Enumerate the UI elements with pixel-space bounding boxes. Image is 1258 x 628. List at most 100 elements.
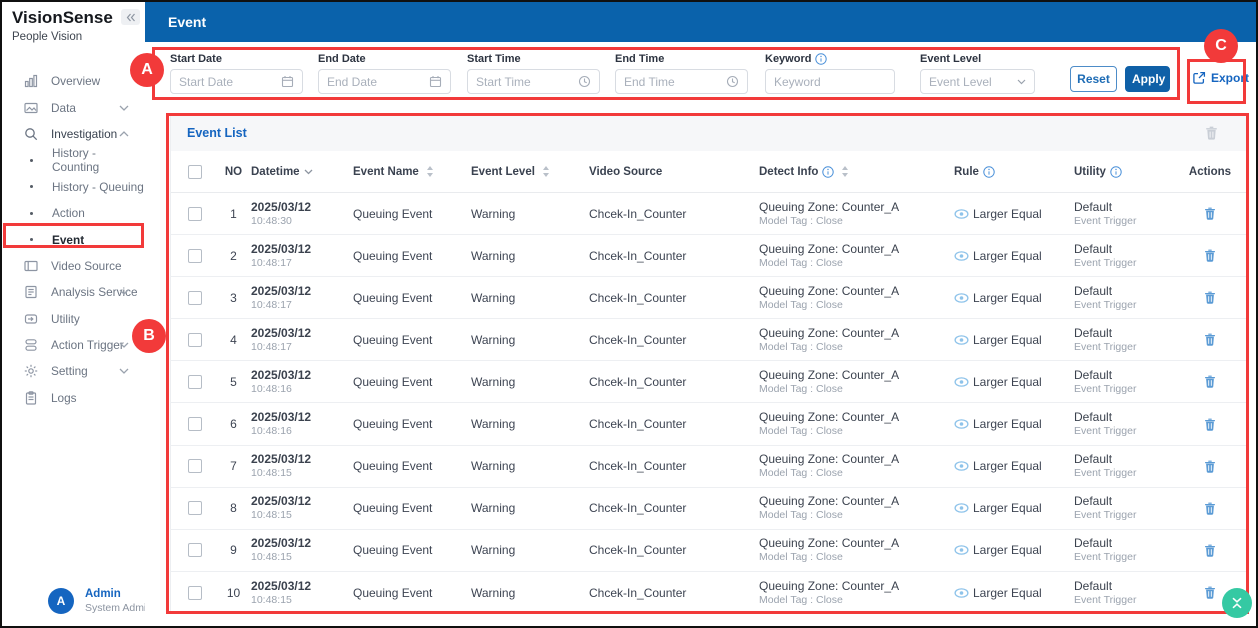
eye-icon[interactable] [954, 461, 969, 471]
end-date-field: End Date [318, 53, 451, 94]
sidebar-item-overview[interactable]: Overview [2, 68, 145, 94]
row-detect-tag: Model Tag : Close [759, 426, 843, 437]
sort-icon[interactable] [841, 166, 849, 177]
info-icon[interactable] [983, 166, 995, 178]
bulk-delete-icon[interactable] [1205, 126, 1218, 140]
reset-button[interactable]: Reset [1070, 66, 1117, 92]
eye-icon[interactable] [954, 293, 969, 303]
eye-icon[interactable] [954, 503, 969, 513]
sort-icon[interactable] [542, 166, 550, 177]
eye-icon[interactable] [954, 209, 969, 219]
calendar-icon[interactable] [281, 75, 294, 88]
clock-icon[interactable] [578, 75, 591, 88]
delete-icon[interactable] [1204, 418, 1216, 431]
user-name[interactable]: Admin [85, 588, 121, 600]
row-event-name: Queuing Event [353, 586, 432, 600]
sidebar-item-label: Video Source [51, 259, 122, 273]
sidebar-collapse-button[interactable] [121, 9, 140, 25]
row-date: 2025/03/12 [251, 201, 311, 214]
info-icon[interactable] [815, 53, 827, 65]
sidebar-item-label: Action Trigger [51, 338, 124, 352]
select-all-checkbox[interactable] [188, 165, 202, 179]
info-icon[interactable] [1110, 166, 1122, 178]
row-checkbox[interactable] [188, 375, 202, 389]
row-date: 2025/03/12 [251, 580, 311, 593]
sidebar-item-label: Action [52, 206, 85, 220]
row-time: 10:48:16 [251, 426, 292, 437]
row-checkbox[interactable] [188, 501, 202, 515]
row-checkbox[interactable] [188, 249, 202, 263]
keyword-input[interactable] [774, 75, 886, 89]
app-window: VisionSense People Vision Overview Data … [0, 0, 1258, 628]
event-level-field: Event Level Event Level [920, 53, 1035, 94]
delete-icon[interactable] [1204, 544, 1216, 557]
sidebar-item-analysis-service[interactable]: Analysis Service [2, 279, 145, 305]
eye-icon[interactable] [954, 588, 969, 598]
delete-icon[interactable] [1204, 207, 1216, 220]
sort-desc-icon[interactable] [304, 169, 313, 175]
row-detect-zone: Queuing Zone: Counter_A [759, 580, 899, 593]
export-button[interactable]: Export [1192, 65, 1249, 91]
row-checkbox[interactable] [188, 459, 202, 473]
sidebar-item-setting[interactable]: Setting [2, 358, 145, 384]
row-event-level: Warning [471, 291, 515, 305]
delete-icon[interactable] [1204, 586, 1216, 599]
delete-icon[interactable] [1204, 375, 1216, 388]
end-date-input[interactable] [327, 75, 423, 89]
table-row: 1 2025/03/12 10:48:30 Queuing Event Warn… [171, 193, 1246, 235]
sidebar-item-history-queuing[interactable]: History - Queuing [2, 174, 145, 200]
row-checkbox[interactable] [188, 586, 202, 600]
event-level-select[interactable]: Event Level [920, 69, 1035, 94]
row-rule: Larger Equal [973, 459, 1042, 473]
row-checkbox[interactable] [188, 543, 202, 557]
eye-icon[interactable] [954, 419, 969, 429]
row-detect-tag: Model Tag : Close [759, 342, 843, 353]
apply-button[interactable]: Apply [1125, 66, 1170, 92]
eye-icon[interactable] [954, 377, 969, 387]
app-subtitle: People Vision [12, 31, 82, 43]
column-datetime: Datetime [251, 166, 300, 178]
delete-icon[interactable] [1204, 291, 1216, 304]
sidebar-item-utility[interactable]: Utility [2, 306, 145, 332]
clock-icon[interactable] [726, 75, 739, 88]
start-date-input[interactable] [179, 75, 275, 89]
row-event-name: Queuing Event [353, 333, 432, 347]
eye-icon[interactable] [954, 545, 969, 555]
eye-icon[interactable] [954, 251, 969, 261]
end-time-input[interactable] [624, 75, 720, 89]
image-icon [23, 100, 38, 115]
row-checkbox[interactable] [188, 333, 202, 347]
calendar-icon[interactable] [429, 75, 442, 88]
column-rule: Rule [954, 166, 979, 178]
sidebar-item-data[interactable]: Data [2, 94, 145, 120]
delete-icon[interactable] [1204, 502, 1216, 515]
sidebar-item-action[interactable]: Action [2, 200, 145, 226]
search-icon [23, 126, 38, 141]
sidebar-item-investigation[interactable]: Investigation [2, 121, 145, 147]
row-detect-zone: Queuing Zone: Counter_A [759, 495, 899, 508]
sidebar-item-event[interactable]: Event [2, 226, 145, 252]
sort-icon[interactable] [426, 166, 434, 177]
delete-icon[interactable] [1204, 333, 1216, 346]
row-checkbox[interactable] [188, 417, 202, 431]
collapse-arrows-icon [1229, 595, 1245, 611]
fab-collapse-button[interactable] [1222, 588, 1252, 618]
eye-icon[interactable] [954, 335, 969, 345]
info-icon[interactable] [822, 166, 834, 178]
sidebar-item-video-source[interactable]: Video Source [2, 253, 145, 279]
sidebar-item-action-trigger[interactable]: Action Trigger [2, 332, 145, 358]
delete-icon[interactable] [1204, 460, 1216, 473]
row-utility-name: Default [1074, 495, 1112, 508]
sidebar-item-logs[interactable]: Logs [2, 385, 145, 411]
row-checkbox[interactable] [188, 207, 202, 221]
row-event-name: Queuing Event [353, 249, 432, 263]
start-time-input[interactable] [476, 75, 572, 89]
chevron-up-icon [119, 131, 129, 137]
row-checkbox[interactable] [188, 291, 202, 305]
sidebar-item-history-counting[interactable]: History - Counting [2, 147, 145, 173]
row-utility-type: Event Trigger [1074, 426, 1136, 437]
row-no: 1 [230, 207, 237, 221]
delete-icon[interactable] [1204, 249, 1216, 262]
row-no: 9 [230, 543, 237, 557]
start-time-field: Start Time [467, 53, 600, 94]
